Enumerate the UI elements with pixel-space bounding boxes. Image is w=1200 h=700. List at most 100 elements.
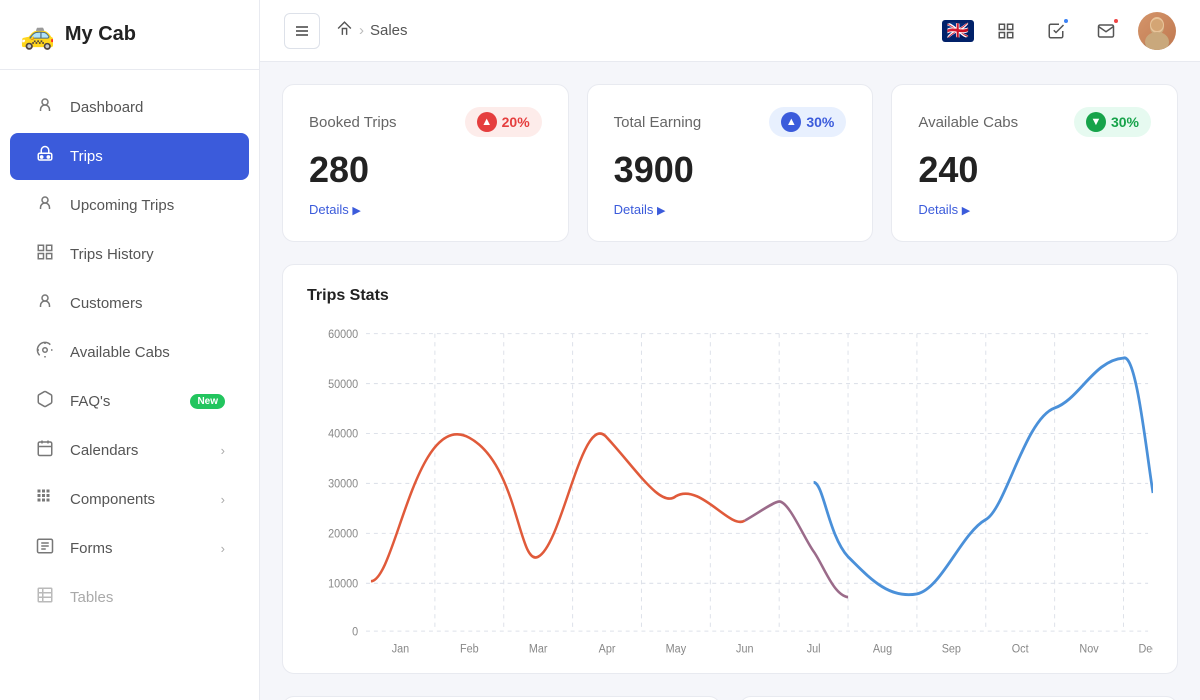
trips-history-icon xyxy=(34,243,56,266)
calendars-icon xyxy=(34,439,56,462)
content-area: Booked Trips ▲ 20% 280 Details ▶ Total E… xyxy=(260,62,1200,700)
language-flag[interactable] xyxy=(942,20,974,42)
svg-text:Jul: Jul xyxy=(807,643,821,655)
customers-icon xyxy=(34,292,56,315)
booked-trips-badge: ▲ 20% xyxy=(465,107,542,137)
booked-trips-details[interactable]: Details ▶ xyxy=(309,202,361,217)
sidebar-item-customers[interactable]: Customers xyxy=(10,280,249,327)
forms-icon xyxy=(34,537,56,560)
home-icon[interactable] xyxy=(336,20,353,42)
svg-text:40000: 40000 xyxy=(328,428,358,440)
components-icon xyxy=(34,488,56,511)
app-logo: 🚕 My Cab xyxy=(0,0,259,70)
badge-value: 30% xyxy=(1111,114,1139,130)
badge-value: 30% xyxy=(806,114,834,130)
total-earning-card: Total Earning ▲ 30% 3900 Details ▶ xyxy=(587,84,874,242)
sidebar-item-faqs[interactable]: FAQ's New xyxy=(10,378,249,425)
menu-button[interactable] xyxy=(284,13,320,49)
available-cabs-badge: ▼ 30% xyxy=(1074,107,1151,137)
sidebar-item-label: Dashboard xyxy=(70,99,225,116)
sidebar-item-label: Trips History xyxy=(70,246,225,263)
breadcrumb-separator: › xyxy=(359,22,364,39)
badge-up-icon: ▲ xyxy=(477,112,497,132)
logo-icon: 🚕 xyxy=(20,18,55,51)
chart-svg: .grid-line { stroke: #dde1e9; stroke-wid… xyxy=(307,323,1153,663)
sidebar-item-label: Forms xyxy=(70,540,207,557)
total-earning-value: 3900 xyxy=(614,149,847,191)
topbar-actions xyxy=(942,12,1176,50)
tables-icon xyxy=(34,586,56,609)
available-cabs-card: Available Cabs ▼ 30% 240 Details ▶ xyxy=(891,84,1178,242)
svg-text:Apr: Apr xyxy=(599,643,616,655)
total-earning-badge: ▲ 30% xyxy=(769,107,846,137)
svg-text:30000: 30000 xyxy=(328,478,358,490)
badge-down-green-icon: ▼ xyxy=(1086,112,1106,132)
booked-trips-card: Booked Trips ▲ 20% 280 Details ▶ xyxy=(282,84,569,242)
sidebar-item-tables[interactable]: Tables xyxy=(10,574,249,621)
available-cabs-details[interactable]: Details ▶ xyxy=(918,202,970,217)
sidebar-item-trips-history[interactable]: Trips History xyxy=(10,231,249,278)
svg-text:Feb: Feb xyxy=(460,643,479,655)
total-earning-title: Total Earning xyxy=(614,114,702,131)
sidebar-item-label: Trips xyxy=(70,148,225,165)
new-badge: New xyxy=(190,394,225,409)
sidebar-item-dashboard[interactable]: Dashboard xyxy=(10,84,249,131)
sidebar-item-upcoming-trips[interactable]: Upcoming Trips xyxy=(10,182,249,229)
svg-text:50000: 50000 xyxy=(328,378,358,390)
customers-data-card: Customers Data xyxy=(739,696,1178,700)
badge-value: 20% xyxy=(502,114,530,130)
svg-text:Dec: Dec xyxy=(1138,643,1153,655)
chart-canvas: .grid-line { stroke: #dde1e9; stroke-wid… xyxy=(307,323,1153,663)
chevron-right-icon: › xyxy=(221,492,225,507)
total-earning-details[interactable]: Details ▶ xyxy=(614,202,666,217)
sidebar-item-label: Available Cabs xyxy=(70,344,225,361)
badge-up-blue-icon: ▲ xyxy=(781,112,801,132)
sidebar-item-trips[interactable]: Trips xyxy=(10,133,249,180)
main-content: › Sales xyxy=(260,0,1200,700)
sidebar: 🚕 My Cab Dashboard Trips Upcoming Trips xyxy=(0,0,260,700)
booked-trips-title: Booked Trips xyxy=(309,114,397,131)
sidebar-item-label: Calendars xyxy=(70,442,207,459)
svg-text:20000: 20000 xyxy=(328,528,358,540)
svg-text:Nov: Nov xyxy=(1079,643,1099,655)
chevron-right-icon: › xyxy=(221,443,225,458)
chart-title: Trips Stats xyxy=(307,287,1153,305)
stat-cards: Booked Trips ▲ 20% 280 Details ▶ Total E… xyxy=(282,84,1178,242)
available-cabs-icon xyxy=(34,341,56,364)
sidebar-item-forms[interactable]: Forms › xyxy=(10,525,249,572)
upcoming-trips-icon xyxy=(34,194,56,217)
svg-text:May: May xyxy=(666,643,687,655)
grid-button[interactable] xyxy=(988,13,1024,49)
user-avatar[interactable] xyxy=(1138,12,1176,50)
mail-button[interactable] xyxy=(1088,13,1124,49)
trips-icon xyxy=(34,145,56,168)
sidebar-item-label: Components xyxy=(70,491,207,508)
breadcrumb-page: Sales xyxy=(370,22,408,39)
booked-trips-value: 280 xyxy=(309,149,542,191)
sidebar-item-components[interactable]: Components › xyxy=(10,476,249,523)
sidebar-item-label: Upcoming Trips xyxy=(70,197,225,214)
tasks-badge xyxy=(1062,17,1070,25)
trips-stats-chart: Trips Stats .grid-line { stroke: #dde1e9… xyxy=(282,264,1178,674)
svg-text:Jan: Jan xyxy=(392,643,409,655)
sidebar-item-calendars[interactable]: Calendars › xyxy=(10,427,249,474)
sidebar-item-label: FAQ's xyxy=(70,393,176,410)
svg-text:60000: 60000 xyxy=(328,329,358,341)
dashboard-icon xyxy=(34,96,56,119)
svg-text:10000: 10000 xyxy=(328,578,358,590)
svg-text:Mar: Mar xyxy=(529,643,548,655)
faqs-icon xyxy=(34,390,56,413)
sidebar-item-label: Customers xyxy=(70,295,225,312)
svg-text:Jun: Jun xyxy=(736,643,753,655)
chevron-right-icon: › xyxy=(221,541,225,556)
svg-text:Oct: Oct xyxy=(1012,643,1030,655)
svg-text:0: 0 xyxy=(352,626,358,638)
sidebar-item-available-cabs[interactable]: Available Cabs xyxy=(10,329,249,376)
breadcrumb: › Sales xyxy=(336,20,408,42)
bottom-section: Recent Trips Customers Data xyxy=(282,696,1178,700)
available-cabs-title: Available Cabs xyxy=(918,114,1018,131)
svg-text:Aug: Aug xyxy=(873,643,892,655)
recent-trips-card: Recent Trips xyxy=(282,696,721,700)
logo-text: My Cab xyxy=(65,23,136,46)
tasks-button[interactable] xyxy=(1038,13,1074,49)
